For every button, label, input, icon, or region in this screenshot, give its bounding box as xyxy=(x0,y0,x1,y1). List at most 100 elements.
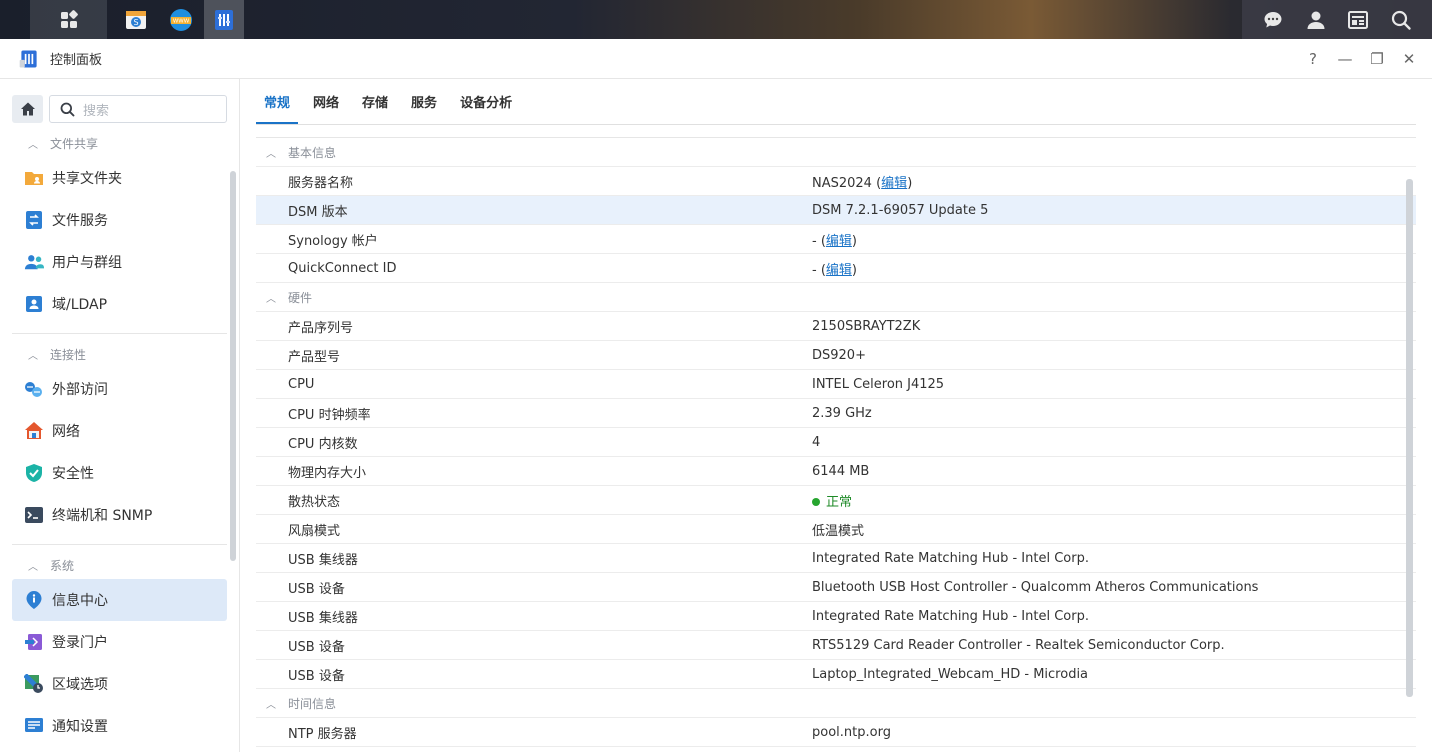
row-key: 散热状态 xyxy=(288,494,341,510)
group-header-basic-info[interactable]: ︿ 基本信息 xyxy=(256,138,1416,167)
taskbar-app-web-station[interactable]: WWW xyxy=(161,0,201,39)
row-key: USB 集线器 xyxy=(288,610,358,626)
restore-button[interactable]: ❐ xyxy=(1368,49,1386,69)
regional-options-icon xyxy=(24,674,44,694)
sidebar-item-file-services[interactable]: 文件服务 xyxy=(12,199,227,241)
chevron-up-icon: ︿ xyxy=(28,561,38,573)
table-row: CPU 时钟频率 2.39 GHz xyxy=(256,399,1416,428)
chevron-up-icon: ︿ xyxy=(28,350,38,362)
sidebar-section-system[interactable]: ︿ 系统 xyxy=(12,551,227,579)
table-row: 服务器名称 NAS2024 (编辑) xyxy=(256,167,1416,196)
home-button[interactable] xyxy=(12,95,43,123)
group-label: 硬件 xyxy=(288,290,313,305)
row-value: 2150SBRAYT2ZK xyxy=(812,318,921,334)
taskbar-app-package-center[interactable]: S xyxy=(116,0,156,39)
sidebar-item-terminal-snmp[interactable]: 终端机和 SNMP xyxy=(12,494,227,536)
control-panel-icon xyxy=(215,9,233,30)
tab-general[interactable]: 常规 xyxy=(256,92,299,124)
sidebar-section-file-sharing[interactable]: ︿ 文件共享 xyxy=(12,129,227,157)
user-icon[interactable] xyxy=(1305,9,1327,31)
group-header-time-info[interactable]: ︿ 时间信息 xyxy=(256,689,1416,718)
row-key: 产品序列号 xyxy=(288,320,354,336)
row-value: DS920+ xyxy=(812,347,866,363)
row-key: CPU 内核数 xyxy=(288,436,358,452)
home-icon xyxy=(20,102,35,116)
group-header-hardware[interactable]: ︿ 硬件 xyxy=(256,283,1416,312)
tab-network[interactable]: 网络 xyxy=(305,92,347,124)
table-row: 产品型号 DS920+ xyxy=(256,341,1416,370)
minimize-button[interactable]: — xyxy=(1336,49,1354,69)
sidebar-item-domain-ldap[interactable]: 域/LDAP xyxy=(12,283,227,325)
sidebar-scrollbar[interactable] xyxy=(230,171,236,561)
svg-text:WWW: WWW xyxy=(173,18,190,24)
row-key: USB 设备 xyxy=(288,581,345,597)
sidebar-item-notification[interactable]: 通知设置 xyxy=(12,705,227,747)
table-row: USB 设备 Bluetooth USB Host Controller - Qu… xyxy=(256,573,1416,602)
shield-icon xyxy=(24,463,44,483)
quickconnect-value: - ( xyxy=(812,262,826,278)
info-grid: ︿ 基本信息 服务器名称 NAS2024 (编辑) DSM 版本 DSM 7.2.… xyxy=(256,137,1416,747)
sidebar-item-external-access[interactable]: 外部访问 xyxy=(12,368,227,410)
folder-icon xyxy=(24,168,44,188)
table-row: USB 集线器 Integrated Rate Matching Hub - In… xyxy=(256,602,1416,631)
tab-storage[interactable]: 存储 xyxy=(354,92,396,124)
edit-synology-account-link[interactable]: 编辑 xyxy=(826,234,852,249)
row-key: 风扇模式 xyxy=(288,523,341,539)
sidebar-item-regional-options[interactable]: 区域选项 xyxy=(12,663,227,705)
sidebar-item-label: 网络 xyxy=(52,424,80,440)
table-row: 物理内存大小 6144 MB xyxy=(256,457,1416,486)
table-row: 风扇模式 低温模式 xyxy=(256,515,1416,544)
info-pin-icon xyxy=(24,590,44,610)
help-button[interactable]: ? xyxy=(1304,49,1322,69)
sidebar-item-security[interactable]: 安全性 xyxy=(12,452,227,494)
sidebar-item-users-groups[interactable]: 用户与群组 xyxy=(12,241,227,283)
chevron-up-icon: ︿ xyxy=(28,139,38,151)
synology-account-value: - ( xyxy=(812,233,826,249)
table-row[interactable]: DSM 版本 DSM 7.2.1-69057 Update 5 xyxy=(256,196,1416,225)
sidebar-item-shared-folder[interactable]: 共享文件夹 xyxy=(12,157,227,199)
tab-device-analytics[interactable]: 设备分析 xyxy=(452,92,520,124)
edit-server-name-link[interactable]: 编辑 xyxy=(881,176,907,191)
sidebar-item-label: 外部访问 xyxy=(52,382,108,398)
sidebar-item-label: 通知设置 xyxy=(52,719,108,735)
search-input[interactable]: 搜索 xyxy=(49,95,227,123)
sidebar-section-connectivity[interactable]: ︿ 连接性 xyxy=(12,340,227,368)
row-key: USB 集线器 xyxy=(288,552,358,568)
taskbar: S WWW xyxy=(0,0,1432,39)
login-portal-icon xyxy=(24,632,44,652)
table-row: CPU 内核数 4 xyxy=(256,428,1416,457)
row-value: 低温模式 xyxy=(812,523,865,539)
row-value: Laptop_Integrated_Webcam_HD - Microdia xyxy=(812,666,1089,682)
control-panel-icon xyxy=(19,50,37,67)
network-house-icon xyxy=(24,421,44,441)
sidebar-item-info-center[interactable]: 信息中心 xyxy=(12,579,227,621)
sidebar-item-login-portal[interactable]: 登录门户 xyxy=(12,621,227,663)
row-value: RTS5129 Card Reader Controller - Realtek… xyxy=(812,637,1225,653)
search-placeholder: 搜索 xyxy=(83,103,110,119)
taskbar-app-control-panel[interactable] xyxy=(204,0,244,39)
search-icon[interactable] xyxy=(1390,9,1412,31)
edit-quickconnect-link[interactable]: 编辑 xyxy=(826,263,852,278)
row-key: 服务器名称 xyxy=(288,175,354,191)
row-key: DSM 版本 xyxy=(288,204,348,220)
package-center-icon: S xyxy=(126,10,146,29)
sidebar-section-label: 文件共享 xyxy=(50,136,99,151)
row-value: DSM 7.2.1-69057 Update 5 xyxy=(812,202,989,218)
tab-services[interactable]: 服务 xyxy=(403,92,445,124)
sidebar-item-label: 安全性 xyxy=(52,466,94,482)
chat-icon[interactable] xyxy=(1262,9,1284,31)
chevron-up-icon: ︿ xyxy=(266,293,276,305)
close-button[interactable]: ✕ xyxy=(1400,49,1418,69)
content-scrollbar[interactable] xyxy=(1406,179,1413,697)
row-value: 6144 MB xyxy=(812,463,870,479)
window-titlebar[interactable]: 控制面板 ? — ❐ ✕ xyxy=(0,39,1432,79)
sidebar-item-network[interactable]: 网络 xyxy=(12,410,227,452)
tab-bar: 常规 网络 存储 服务 设备分析 xyxy=(256,79,1416,125)
users-icon xyxy=(24,252,44,272)
svg-text:S: S xyxy=(133,18,138,27)
table-row: Synology 帐户 - (编辑) xyxy=(256,225,1416,254)
main-menu-button[interactable] xyxy=(30,0,107,39)
widgets-icon[interactable] xyxy=(1347,9,1369,31)
terminal-icon xyxy=(24,505,44,525)
main-content: 常规 网络 存储 服务 设备分析 ︿ 基本信息 服务器名称 NAS2024 (编辑… xyxy=(240,79,1432,752)
